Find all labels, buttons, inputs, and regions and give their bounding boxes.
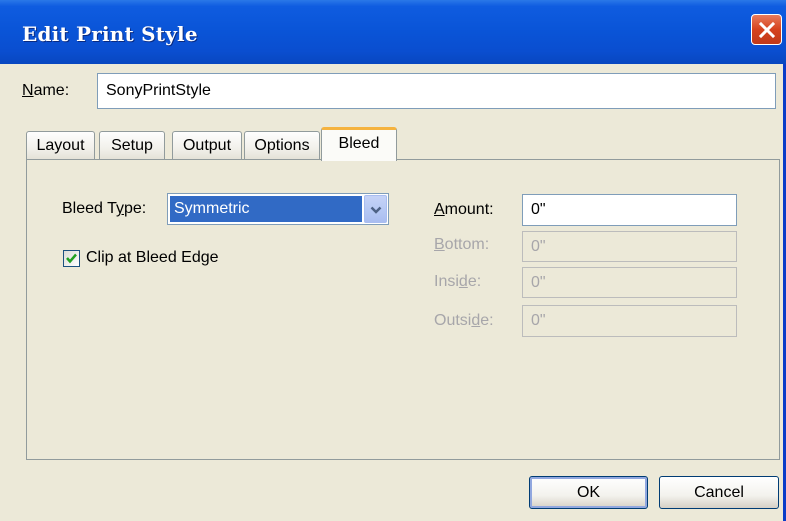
bottom-label: Bottom: (434, 236, 490, 253)
cancel-button[interactable]: Cancel (659, 476, 779, 509)
chevron-down-icon (370, 206, 382, 214)
tab-bleed[interactable]: Bleed (321, 127, 397, 161)
bleed-type-label: Bleed Type: (62, 200, 147, 217)
inside-label: Inside: (434, 273, 482, 290)
bleed-type-dropdown-button[interactable] (364, 195, 387, 223)
outside-input: 0" (522, 305, 737, 337)
dialog-title: Edit Print Style (22, 22, 198, 46)
inside-input: 0" (522, 267, 737, 298)
tab-output[interactable]: Output (172, 131, 242, 160)
amount-input[interactable]: 0" (522, 194, 737, 226)
tab-setup[interactable]: Setup (99, 131, 165, 160)
amount-label: Amount: (434, 201, 494, 218)
bleed-type-select[interactable]: Symmetric (167, 193, 389, 225)
checkmark-icon (66, 253, 77, 264)
title-bar[interactable]: Edit Print Style (0, 0, 786, 64)
edit-print-style-dialog: Edit Print Style Name: SonyPrintStyle La… (0, 0, 786, 521)
bleed-type-value: Symmetric (170, 196, 362, 222)
close-icon (758, 21, 776, 39)
clip-at-bleed-edge-label: Clip at Bleed Edge (86, 249, 219, 266)
tab-options[interactable]: Options (244, 131, 320, 160)
name-label: Name: (22, 82, 70, 99)
clip-at-bleed-edge-checkbox[interactable] (63, 250, 80, 267)
ok-button[interactable]: OK (529, 476, 648, 509)
bottom-input: 0" (522, 231, 737, 262)
close-button[interactable] (751, 14, 782, 45)
name-input[interactable]: SonyPrintStyle (97, 73, 776, 109)
outside-label: Outside: (434, 312, 494, 329)
tab-layout[interactable]: Layout (26, 131, 95, 160)
